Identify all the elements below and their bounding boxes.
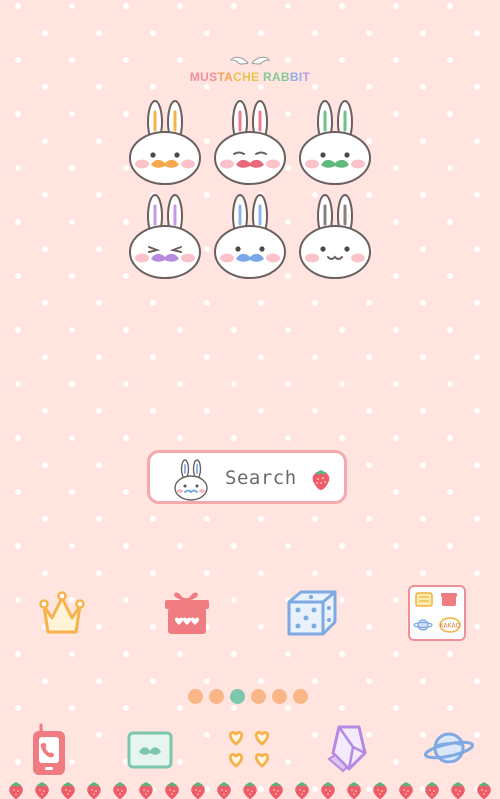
kakao-text: KAKAO: [440, 623, 461, 630]
rabbit-plain-icon[interactable]: [295, 192, 375, 282]
planet-icon[interactable]: [423, 727, 475, 769]
dice-icon[interactable]: [285, 588, 339, 636]
app-logo: MUSTACHE RABBIT: [0, 54, 500, 84]
wings-icon: [229, 56, 271, 65]
rabbit-orange-mustache-icon[interactable]: [125, 98, 205, 188]
page-dot-6[interactable]: [293, 689, 308, 704]
hearts-icon[interactable]: [223, 724, 275, 772]
widget-icon[interactable]: KAKAO: [408, 585, 466, 641]
page-indicator: [188, 689, 308, 704]
search-label: Search: [225, 467, 297, 489]
rabbit-avatar-icon: [174, 459, 208, 501]
rabbit-purple-mustache-icon[interactable]: [125, 192, 205, 282]
search-widget[interactable]: Search: [147, 450, 347, 504]
crown-icon[interactable]: [38, 588, 86, 638]
phone-icon[interactable]: [29, 723, 71, 777]
page-dot-1[interactable]: [188, 689, 203, 704]
logo-title: MUSTACHE RABBIT: [189, 70, 311, 84]
rabbit-blue-mustache-icon[interactable]: [210, 192, 290, 282]
eraser-icon[interactable]: [325, 723, 373, 773]
page-dot-4[interactable]: [251, 689, 266, 704]
page-dot-3-active[interactable]: [230, 689, 245, 704]
rabbit-red-mustache-icon[interactable]: [210, 98, 290, 188]
page-dot-2[interactable]: [209, 689, 224, 704]
mustache-card-icon[interactable]: [126, 727, 174, 771]
strawberry-icon: [312, 470, 330, 490]
rabbit-green-mustache-icon[interactable]: [295, 98, 375, 188]
gift-box-icon[interactable]: [162, 588, 212, 638]
page-dot-5[interactable]: [272, 689, 287, 704]
strawberry-border: [9, 782, 491, 799]
